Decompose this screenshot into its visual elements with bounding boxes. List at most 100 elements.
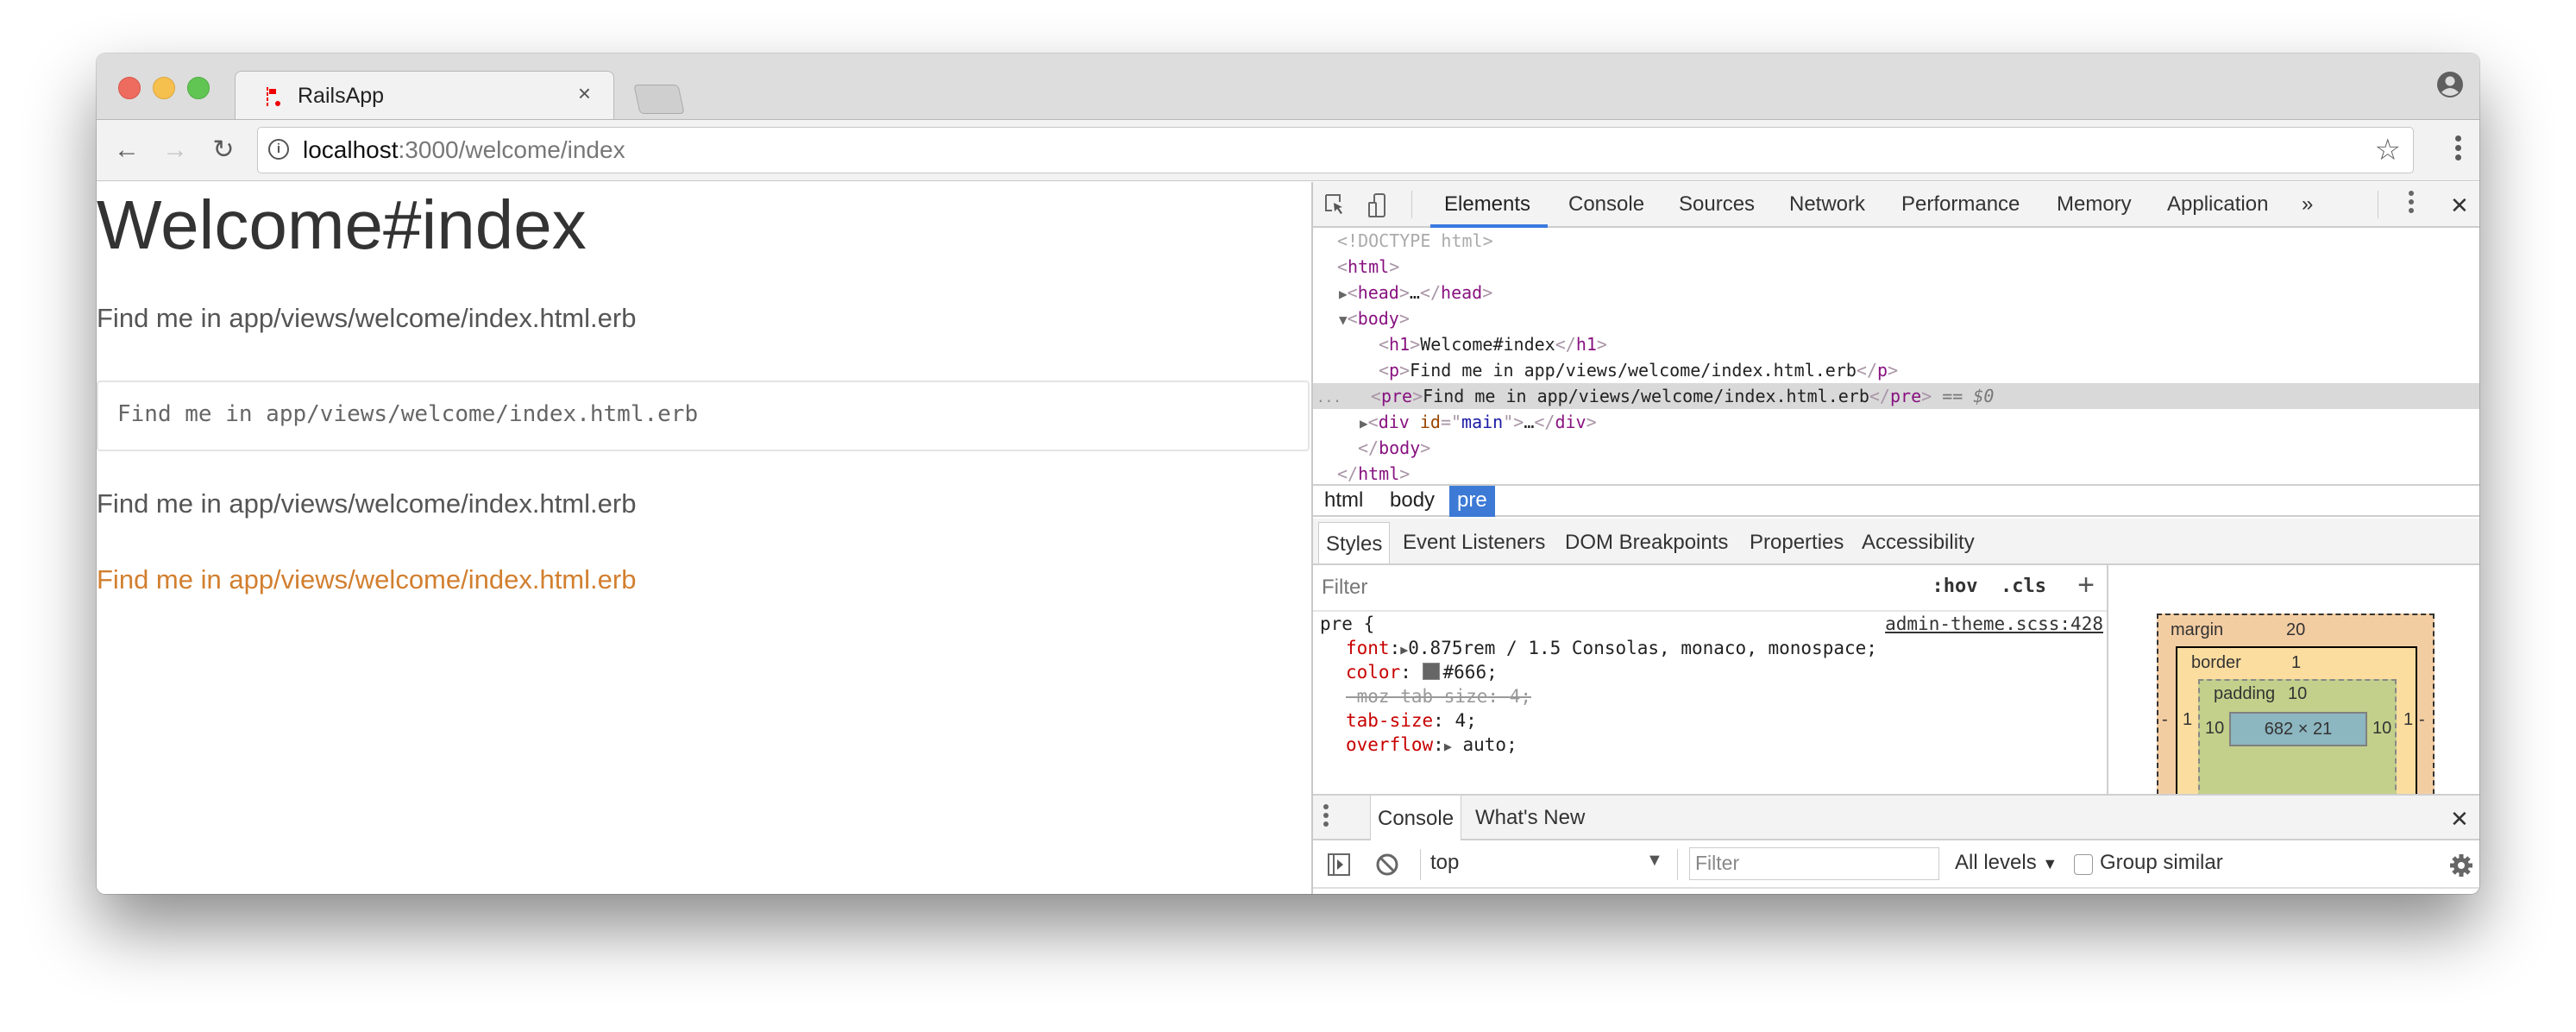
- border-left-value[interactable]: 1: [2183, 710, 2192, 730]
- close-window-button[interactable]: [118, 77, 141, 99]
- styles-pane: Filter :hov .cls + pre { admin-theme.scs…: [1313, 565, 2108, 794]
- margin-right-value[interactable]: -: [2419, 710, 2425, 730]
- box-model-content[interactable]: 682 × 21: [2229, 712, 2367, 746]
- tab-close-icon[interactable]: ×: [578, 80, 591, 107]
- drawer-header: Console What's New ✕: [1313, 794, 2479, 840]
- box-model-margin[interactable]: margin 20 - - border 1 1 1 padding 10 10…: [2157, 614, 2435, 794]
- color-swatch[interactable]: [1422, 663, 1440, 680]
- drawer-tab-whats-new[interactable]: What's New: [1475, 806, 1585, 830]
- property-value: #666;: [1442, 662, 1498, 683]
- tab-elements[interactable]: Elements: [1444, 192, 1530, 217]
- margin-top-value[interactable]: 20: [2286, 620, 2305, 640]
- group-similar-label: Group similar: [2100, 851, 2223, 874]
- dom-node-div[interactable]: ▶<div id="main">…</div>: [1313, 409, 2479, 435]
- minimize-window-button[interactable]: [153, 77, 175, 99]
- dom-node[interactable]: <!DOCTYPE html>: [1313, 228, 2479, 254]
- tag-name: body: [1357, 308, 1399, 329]
- url-path: :3000/welcome/index: [398, 136, 625, 163]
- console-sidebar-icon[interactable]: [1327, 853, 1351, 877]
- styles-filter-input[interactable]: Filter: [1322, 576, 1367, 600]
- tab-styles[interactable]: Styles: [1318, 522, 1391, 563]
- tab-console[interactable]: Console: [1568, 192, 1644, 217]
- device-toolbar-icon[interactable]: [1367, 192, 1391, 218]
- node-text: Welcome#index: [1420, 334, 1555, 355]
- star-icon[interactable]: ☆: [2375, 133, 2401, 167]
- dom-node[interactable]: <html>: [1313, 254, 2479, 280]
- new-style-rule-icon[interactable]: +: [2077, 569, 2095, 602]
- separator: [1420, 849, 1421, 880]
- back-arrow-icon[interactable]: ←: [110, 134, 143, 167]
- console-filter-input[interactable]: Filter: [1689, 847, 1939, 880]
- collapse-triangle-icon[interactable]: ▼: [1339, 311, 1348, 328]
- breadcrumb-body[interactable]: body: [1382, 486, 1442, 517]
- clear-console-icon[interactable]: [1375, 853, 1399, 877]
- property-value: auto;: [1462, 734, 1517, 755]
- url-host: localhost: [303, 136, 399, 163]
- drawer-menu-icon[interactable]: [1323, 801, 1329, 830]
- hov-toggle[interactable]: :hov: [1932, 576, 1978, 597]
- browser-tab[interactable]: RailsApp ×: [235, 71, 614, 120]
- forward-arrow-icon[interactable]: →: [159, 134, 192, 167]
- drawer-tab-console[interactable]: Console: [1370, 796, 1462, 840]
- console-settings-gear-icon[interactable]: [2448, 853, 2474, 878]
- style-declaration-overridden[interactable]: -moz-tab-size: 4;: [1346, 684, 1531, 708]
- dom-node-body-close[interactable]: </body>: [1313, 435, 2479, 461]
- tab-memory[interactable]: Memory: [2057, 192, 2132, 217]
- style-declaration[interactable]: font:▶0.875rem / 1.5 Consolas, monaco, m…: [1346, 636, 1877, 660]
- dom-node-body[interactable]: ▼<body>: [1313, 305, 2479, 331]
- dom-node-head[interactable]: ▶<head>…</head>: [1313, 280, 2479, 305]
- box-model-padding[interactable]: padding 10 10 10 682 × 21: [2198, 679, 2397, 794]
- profile-icon[interactable]: [2436, 71, 2464, 98]
- rule-selector[interactable]: pre {: [1320, 612, 1374, 636]
- tab-event-listeners[interactable]: Event Listeners: [1403, 531, 1545, 555]
- console-prompt[interactable]: ›: [1325, 891, 1333, 894]
- border-right-value[interactable]: 1: [2403, 710, 2413, 730]
- dom-node-html-close[interactable]: </html>: [1313, 461, 2479, 487]
- padding-left-value[interactable]: 10: [2205, 719, 2224, 739]
- tab-properties[interactable]: Properties: [1750, 531, 1844, 555]
- margin-left-value[interactable]: -: [2162, 710, 2168, 730]
- expand-triangle-icon[interactable]: ▶: [1400, 642, 1408, 658]
- expand-triangle-icon[interactable]: ▶: [1360, 415, 1368, 431]
- rule-source-link[interactable]: admin-theme.scss:428: [1885, 612, 2103, 636]
- border-top-value[interactable]: 1: [2291, 653, 2301, 673]
- node-actions-icon[interactable]: ...: [1316, 389, 1341, 406]
- tab-dom-breakpoints[interactable]: DOM Breakpoints: [1565, 531, 1728, 555]
- padding-top-value[interactable]: 10: [2288, 684, 2307, 704]
- style-declaration[interactable]: tab-size: 4;: [1346, 708, 1477, 733]
- dom-node-h1[interactable]: <h1>Welcome#index</h1>: [1313, 331, 2479, 357]
- context-selector[interactable]: top: [1430, 851, 1459, 875]
- log-levels-dropdown[interactable]: All levels ▼: [1955, 851, 2058, 875]
- breadcrumb-html[interactable]: html: [1316, 486, 1371, 517]
- address-bar[interactable]: i localhost:3000/welcome/index ☆: [257, 127, 2414, 173]
- tab-application[interactable]: Application: [2167, 192, 2268, 217]
- info-icon[interactable]: i: [268, 139, 289, 160]
- group-similar-checkbox[interactable]: [2074, 854, 2093, 875]
- breadcrumb-pre[interactable]: pre: [1449, 486, 1495, 517]
- kebab-menu-icon[interactable]: [2455, 132, 2464, 164]
- box-model-border[interactable]: border 1 1 1 padding 10 10 10 682 × 21: [2176, 646, 2417, 794]
- dom-node-pre-selected[interactable]: ... <pre>Find me in app/views/welcome/ind…: [1313, 383, 2479, 409]
- padding-right-value[interactable]: 10: [2372, 719, 2391, 739]
- url-text[interactable]: localhost:3000/welcome/index: [303, 136, 625, 164]
- close-devtools-icon[interactable]: ✕: [2450, 192, 2469, 219]
- inspect-element-icon[interactable]: [1323, 192, 1348, 218]
- expand-triangle-icon[interactable]: ▶: [1339, 286, 1348, 302]
- style-declaration[interactable]: color: #666;: [1346, 660, 1498, 684]
- style-declaration[interactable]: overflow:▶ auto;: [1346, 733, 1517, 757]
- close-drawer-icon[interactable]: ✕: [2450, 806, 2469, 833]
- dom-node-p[interactable]: <p>Find me in app/views/welcome/index.ht…: [1313, 357, 2479, 383]
- more-tabs-icon[interactable]: »: [2302, 192, 2313, 217]
- zoom-window-button[interactable]: [187, 77, 210, 99]
- cls-toggle[interactable]: .cls: [2001, 576, 2046, 597]
- tab-network[interactable]: Network: [1789, 192, 1865, 217]
- new-tab-button[interactable]: [633, 85, 685, 114]
- rails-favicon-icon: [267, 87, 280, 106]
- expand-triangle-icon[interactable]: ▶: [1444, 739, 1452, 754]
- devtools-menu-icon[interactable]: [2409, 187, 2414, 217]
- reload-icon[interactable]: ↻: [207, 134, 240, 167]
- context-dropdown-icon[interactable]: ▼: [1646, 851, 1663, 871]
- tab-performance[interactable]: Performance: [1901, 192, 2020, 217]
- tab-accessibility[interactable]: Accessibility: [1862, 531, 1975, 555]
- tab-sources[interactable]: Sources: [1679, 192, 1755, 217]
